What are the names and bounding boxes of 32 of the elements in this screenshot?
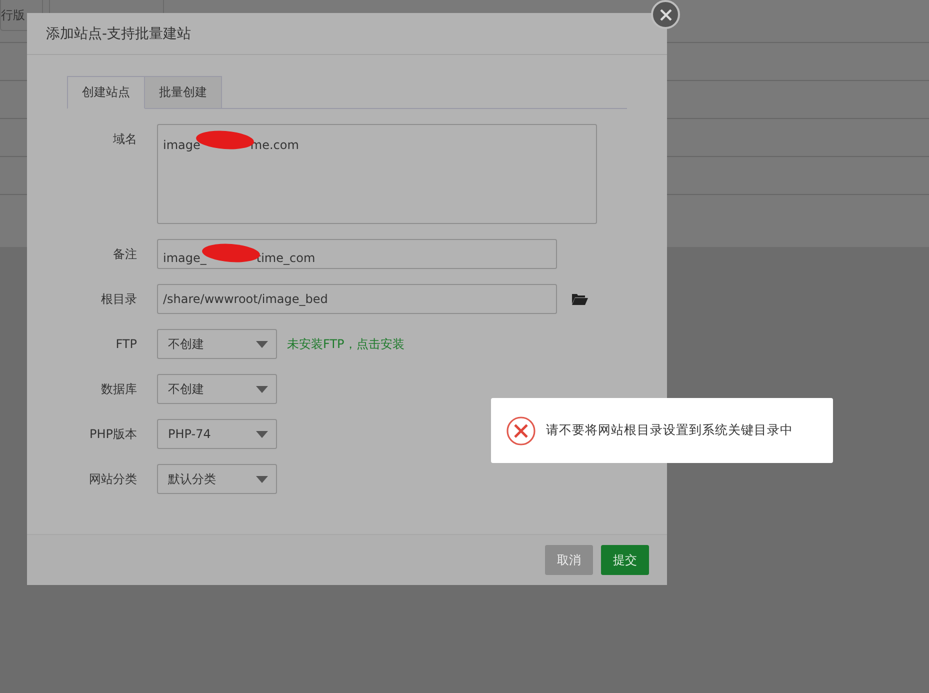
field-label: PHP版本 — [88, 426, 137, 443]
toast-message: 请不要将网站根目录设置到系统关键目录中 — [546, 422, 793, 439]
caret-icon — [256, 476, 268, 482]
close-icon — [660, 8, 672, 20]
select-value: 不创建 — [168, 336, 204, 352]
folder-icon[interactable] — [572, 293, 588, 305]
path-field[interactable]: /share/wwwroot/image_bed — [157, 284, 557, 314]
field-label: 网站分类 — [88, 471, 137, 488]
select-field[interactable]: 不创建 — [157, 329, 277, 359]
field-label: 数据库 — [100, 381, 137, 398]
select-value: 不创建 — [168, 380, 204, 398]
select-value: 默认分类 — [168, 470, 216, 488]
caret-icon — [256, 340, 268, 348]
tab[interactable]: 创建站点 — [67, 76, 145, 109]
field-label: FTP — [114, 336, 137, 353]
submit-button[interactable]: 提交 — [601, 545, 649, 575]
select-value: PHP-74 — [168, 427, 211, 441]
field-label: 备注 — [112, 246, 137, 263]
error-icon — [506, 416, 536, 446]
input-field[interactable]: image_ time_com — [157, 239, 557, 269]
field-value: image_ time_com — [163, 244, 316, 264]
field-label: 根目录 — [100, 291, 137, 308]
field-value: image me.com — [163, 131, 299, 152]
select-field[interactable]: 默认分类 — [157, 464, 277, 494]
domain-field[interactable]: image me.com — [157, 124, 597, 224]
caret-icon — [256, 386, 268, 392]
field-label: 域名 — [112, 131, 137, 148]
select-field[interactable]: 不创建 — [157, 374, 277, 404]
caret-icon — [256, 430, 268, 438]
select-field[interactable]: PHP-74 — [157, 419, 277, 449]
tab[interactable]: 批量创建 — [145, 76, 222, 109]
field-value: /share/wwwroot/image_bed — [163, 292, 328, 306]
